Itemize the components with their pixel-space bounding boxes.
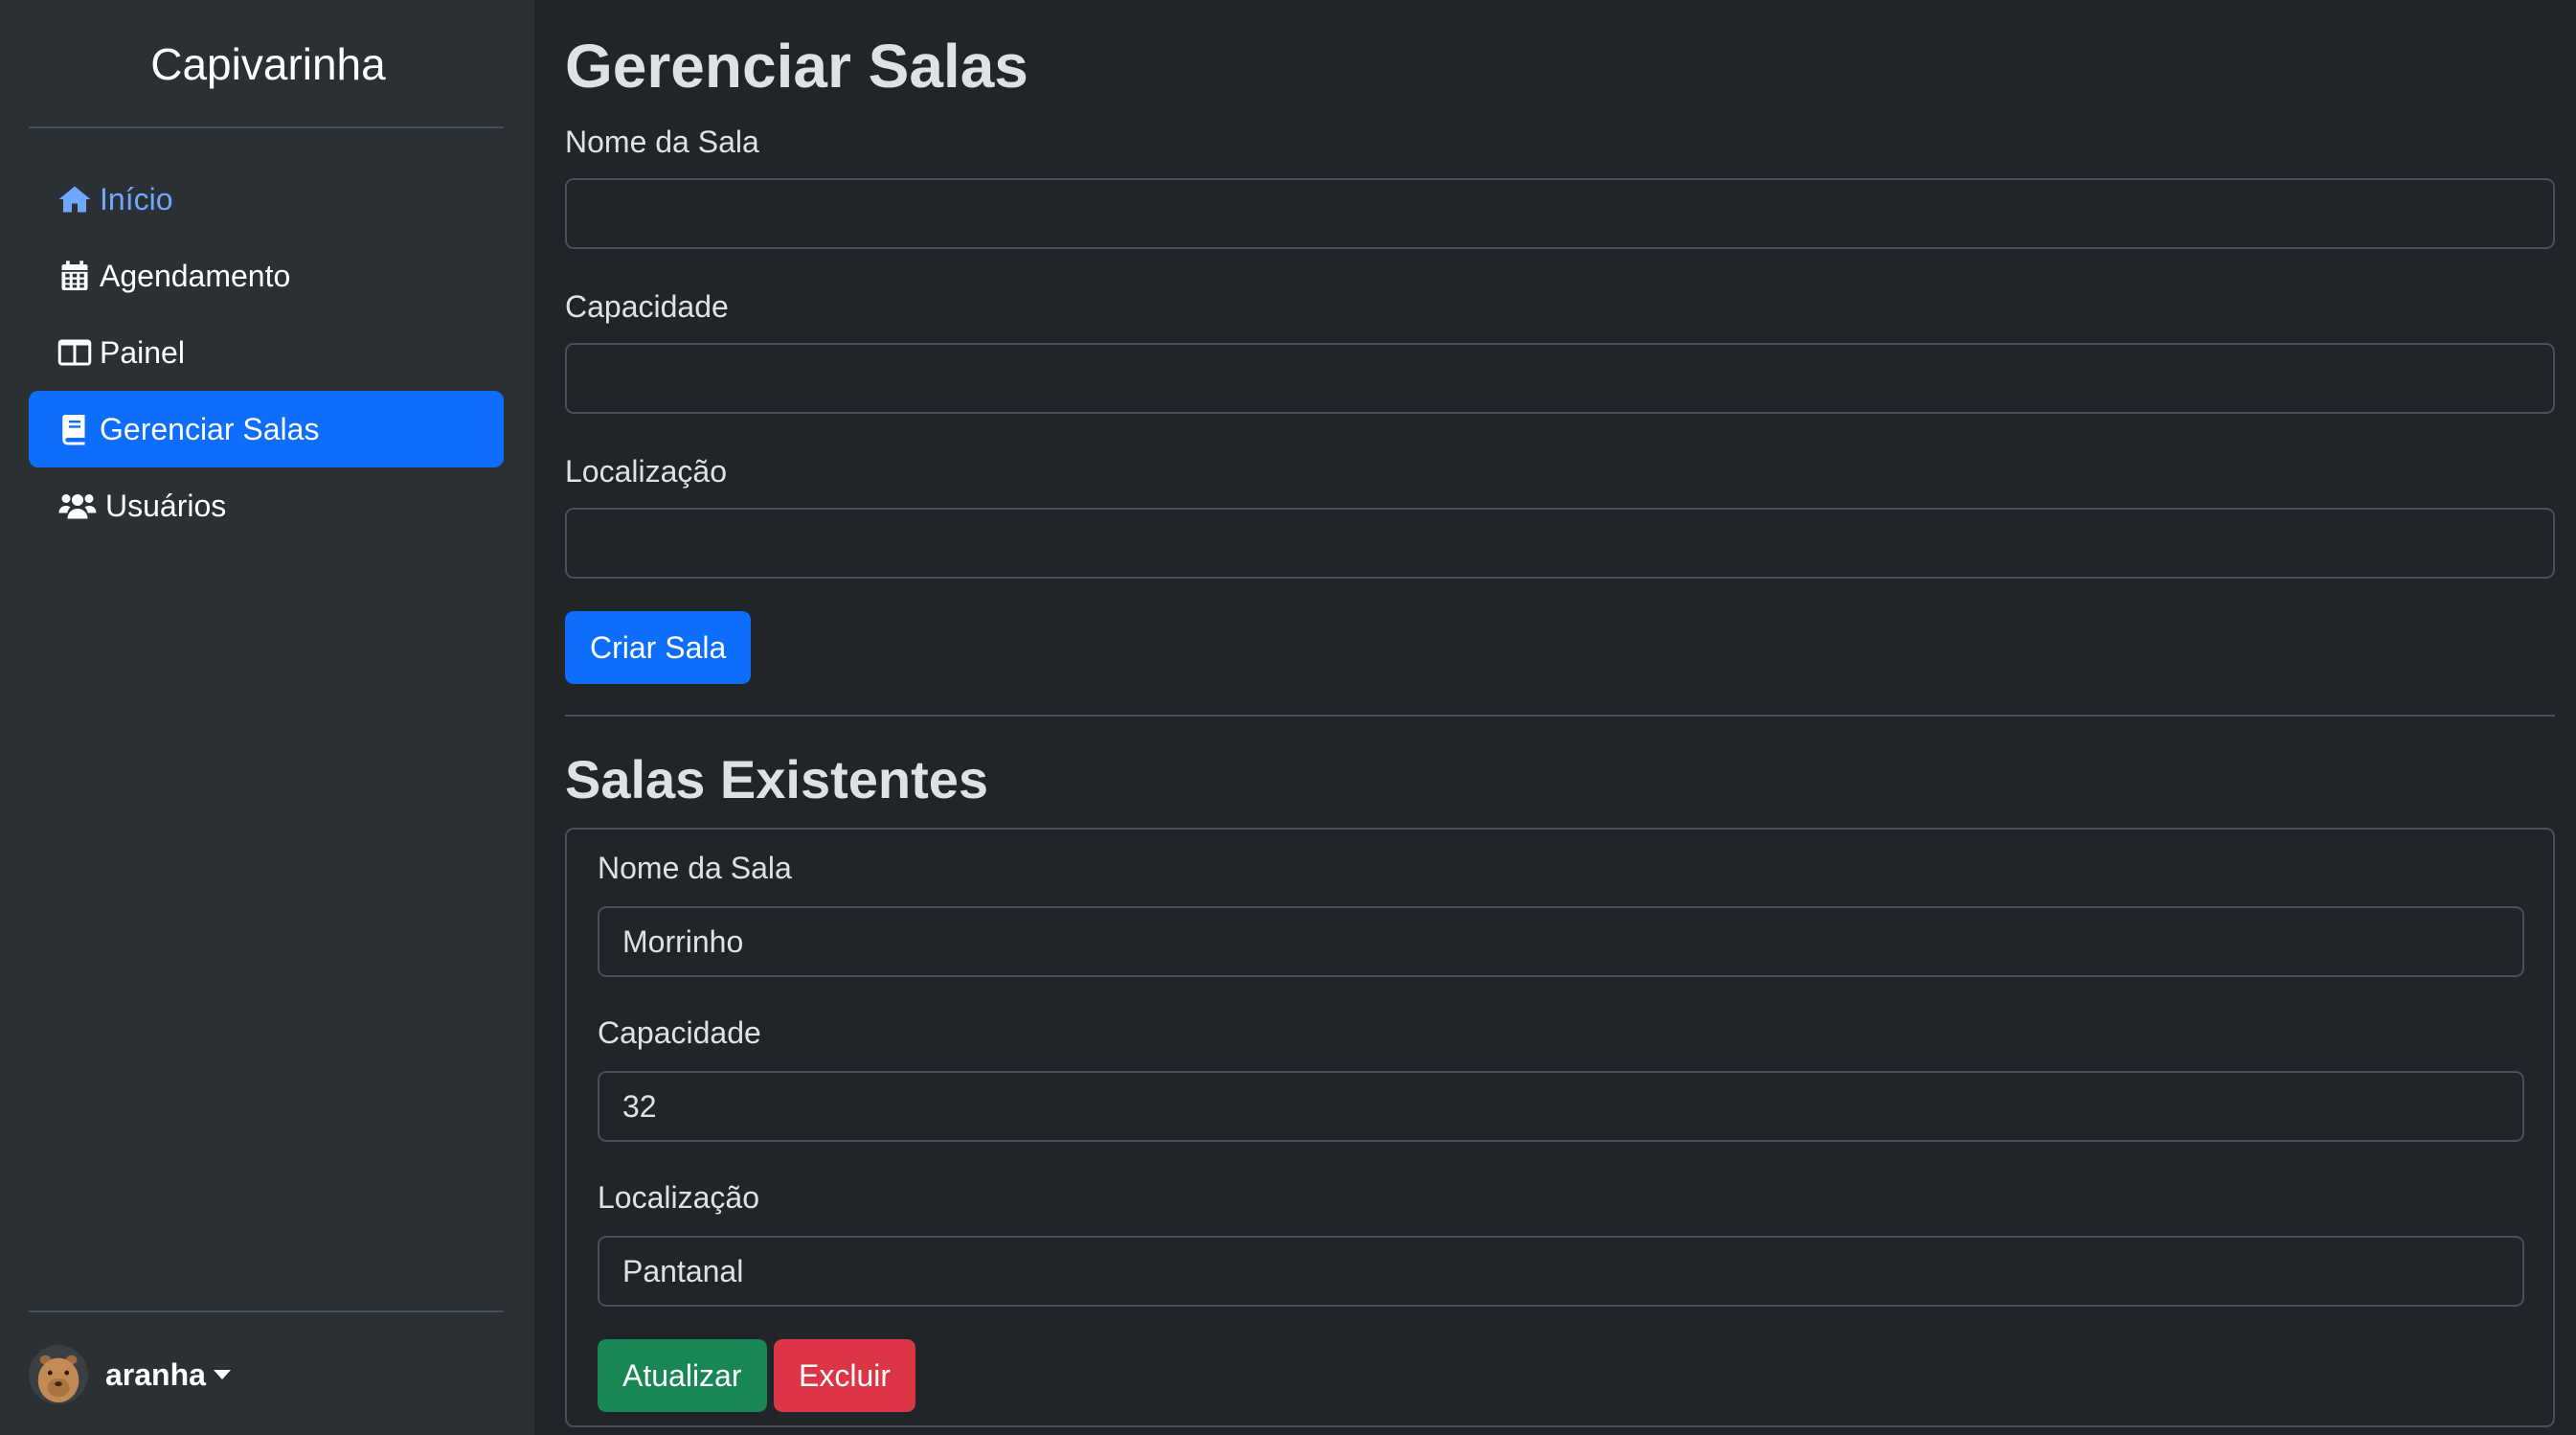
sidebar-item-label: Agendamento	[100, 258, 291, 293]
sidebar-item-gerenciar-salas[interactable]: Gerenciar Salas	[29, 391, 504, 467]
location-label: Localização	[565, 454, 727, 489]
sidebar-divider-bottom	[29, 1310, 504, 1312]
capacity-input[interactable]	[565, 343, 2555, 414]
section-divider	[565, 715, 2555, 717]
sidebar-item-label: Usuários	[105, 488, 227, 523]
user-menu[interactable]: aranha	[29, 1339, 231, 1410]
sidebar: Capivarinha Início Agendamento Painel Ge…	[0, 0, 534, 1435]
sidebar-nav: Início Agendamento Painel Gerenciar Sala…	[29, 161, 504, 544]
sidebar-item-usuarios[interactable]: Usuários	[29, 467, 504, 544]
room-card: Nome da Sala Capacidade Localização Atua…	[565, 828, 2555, 1427]
book-icon	[62, 415, 85, 445]
capacity-label: Capacidade	[565, 289, 729, 324]
calendar-icon	[61, 261, 88, 290]
room-name-field[interactable]	[598, 906, 2524, 977]
sidebar-divider-top	[29, 126, 504, 128]
capybara-avatar-icon	[29, 1345, 88, 1404]
capacity-label: Capacidade	[598, 1015, 761, 1050]
brand-title[interactable]: Capivarinha	[29, 34, 508, 94]
location-field[interactable]	[598, 1236, 2524, 1307]
users-icon	[58, 494, 97, 519]
page-title: Gerenciar Salas	[565, 32, 1028, 101]
room-name-label: Nome da Sala	[598, 851, 792, 885]
sidebar-item-label: Gerenciar Salas	[100, 411, 320, 446]
location-label: Localização	[598, 1180, 759, 1215]
home-icon	[58, 186, 91, 213]
sidebar-item-label: Início	[100, 181, 173, 216]
chevron-down-icon	[213, 1370, 231, 1379]
user-name: aranha	[105, 1356, 206, 1392]
sidebar-item-label: Painel	[100, 334, 185, 370]
sidebar-item-painel[interactable]: Painel	[29, 314, 504, 391]
update-room-button[interactable]: Atualizar	[598, 1339, 767, 1412]
sidebar-item-inicio[interactable]: Início	[29, 161, 504, 238]
sidebar-item-agendamento[interactable]: Agendamento	[29, 238, 504, 314]
app-root: Capivarinha Início Agendamento Painel Ge…	[0, 0, 2576, 1435]
panel-icon	[57, 339, 92, 366]
capacity-field[interactable]	[598, 1071, 2524, 1142]
delete-room-button[interactable]: Excluir	[774, 1339, 916, 1412]
existing-rooms-title: Salas Existentes	[565, 749, 989, 809]
create-room-button[interactable]: Criar Sala	[565, 611, 752, 684]
location-input[interactable]	[565, 508, 2555, 579]
room-name-label: Nome da Sala	[565, 125, 759, 159]
room-name-input[interactable]	[565, 178, 2555, 249]
